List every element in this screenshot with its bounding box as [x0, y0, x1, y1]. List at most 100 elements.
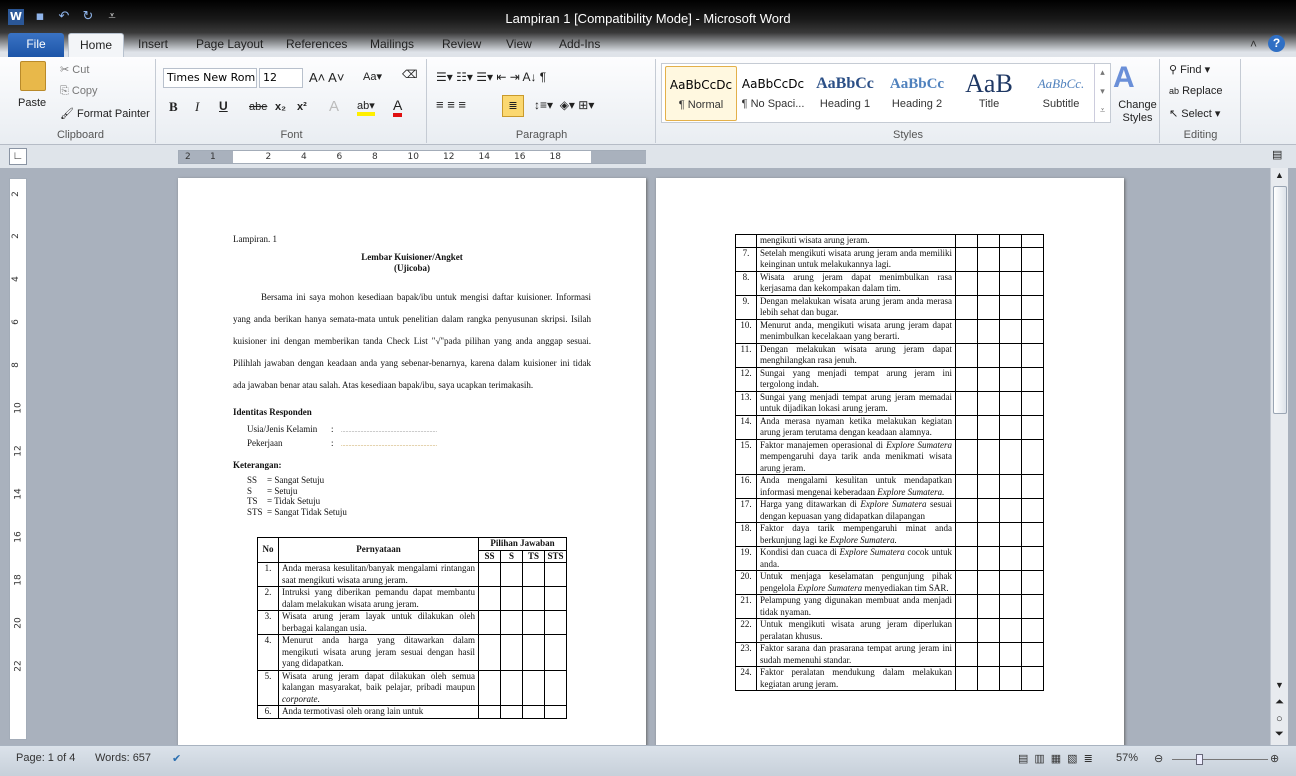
answer-cell-ts[interactable]	[999, 438, 1022, 475]
copy-button[interactable]: ⎘ Copy	[60, 85, 98, 98]
answer-cell-ts[interactable]	[522, 705, 545, 719]
answer-cell-ts[interactable]	[999, 270, 1022, 296]
underline-button[interactable]: U	[219, 99, 228, 113]
answer-cell-s[interactable]	[500, 610, 523, 635]
answer-cell-sts[interactable]	[1021, 474, 1044, 499]
view-ruler-icon[interactable]: ▤	[1272, 148, 1282, 161]
answer-cell-sts[interactable]	[1021, 642, 1044, 667]
answer-cell-s[interactable]	[977, 438, 1000, 475]
tab-insert[interactable]: Insert	[138, 33, 168, 57]
answer-cell-ts[interactable]	[999, 246, 1022, 272]
answer-cell-ss[interactable]	[955, 594, 978, 619]
answer-cell-ss[interactable]	[478, 634, 501, 671]
answer-cell-ts[interactable]	[999, 294, 1022, 320]
answer-cell-s[interactable]	[977, 318, 1000, 344]
answer-cell-sts[interactable]	[544, 586, 567, 611]
font-size-select[interactable]: 12	[259, 68, 303, 88]
answer-cell-ss[interactable]	[955, 234, 978, 248]
answer-cell-ts[interactable]	[999, 522, 1022, 547]
answer-cell-ss[interactable]	[955, 570, 978, 595]
answer-cell-ts[interactable]	[999, 618, 1022, 643]
document-page-1[interactable]: Lampiran. 1 Lembar Kuisioner/Angket (Uji…	[178, 178, 646, 758]
tab-add-ins[interactable]: Add-Ins	[559, 33, 600, 57]
answer-cell-ss[interactable]	[478, 562, 501, 587]
answer-cell-ts[interactable]	[522, 586, 545, 611]
answer-cell-ts[interactable]	[999, 234, 1022, 248]
style-title[interactable]: AaB Title	[953, 66, 1025, 121]
font-name-select[interactable]: Times New Rom	[163, 68, 257, 88]
tab-references[interactable]: References	[286, 33, 347, 57]
answer-cell-ts[interactable]	[999, 642, 1022, 667]
style-heading-2[interactable]: AaBbCc Heading 2	[881, 66, 953, 121]
proofing-icon[interactable]: ✔	[172, 752, 181, 765]
minimize-ribbon-icon[interactable]: ˄	[1250, 33, 1257, 57]
answer-cell-ss[interactable]	[955, 522, 978, 547]
answer-cell-s[interactable]	[977, 570, 1000, 595]
help-icon[interactable]: ?	[1268, 35, 1285, 52]
answer-cell-sts[interactable]	[1021, 390, 1044, 416]
bold-button[interactable]: B	[169, 99, 178, 115]
answer-cell-s[interactable]	[977, 270, 1000, 296]
answer-cell-ss[interactable]	[955, 366, 978, 392]
format-painter-button[interactable]: 🖌 Format Painter	[60, 107, 150, 120]
styles-scroll-icon[interactable]: ▴ ▾ ⩡	[1094, 64, 1110, 122]
answer-cell-ts[interactable]	[522, 610, 545, 635]
strikethrough-button[interactable]: abe	[249, 101, 267, 113]
scroll-up-icon[interactable]: ▲	[1275, 170, 1284, 180]
answer-cell-ss[interactable]	[955, 618, 978, 643]
answer-cell-s[interactable]	[977, 390, 1000, 416]
answer-cell-s[interactable]	[977, 246, 1000, 272]
style-subtitle[interactable]: AaBbCc. Subtitle	[1025, 66, 1097, 121]
answer-cell-ts[interactable]	[522, 562, 545, 587]
answer-cell-s[interactable]	[977, 474, 1000, 499]
find-button[interactable]: ⚲ Find ▾	[1169, 63, 1210, 76]
answer-cell-s[interactable]	[977, 498, 1000, 523]
answer-cell-ss[interactable]	[955, 342, 978, 368]
answer-cell-sts[interactable]	[1021, 318, 1044, 344]
answer-cell-s[interactable]	[977, 342, 1000, 368]
answer-cell-ts[interactable]	[999, 342, 1022, 368]
tab-home[interactable]: Home	[68, 33, 124, 57]
document-page-2[interactable]: mengikuti wisata arung jeram. 7. Setelah m…	[656, 178, 1124, 758]
answer-cell-s[interactable]	[500, 705, 523, 719]
answer-cell-ss[interactable]	[955, 642, 978, 667]
answer-cell-sts[interactable]	[1021, 342, 1044, 368]
font-color-icon[interactable]: A	[393, 97, 403, 117]
answer-cell-s[interactable]	[977, 294, 1000, 320]
answer-cell-s[interactable]	[500, 669, 523, 706]
subscript-icon[interactable]: x₂	[275, 101, 286, 113]
answer-cell-sts[interactable]	[1021, 270, 1044, 296]
style--normal[interactable]: AaBbCcDc ¶ Normal	[665, 66, 737, 121]
view-buttons[interactable]: ▤▥▦▧≣	[1018, 752, 1099, 765]
answer-cell-sts[interactable]	[1021, 618, 1044, 643]
answer-cell-ss[interactable]	[955, 390, 978, 416]
change-styles-icon[interactable]: A	[1113, 61, 1135, 95]
answer-cell-ts[interactable]	[522, 669, 545, 706]
align-left-icon[interactable]: ≡ ≡ ≡	[436, 97, 466, 112]
answer-cell-ss[interactable]	[955, 414, 978, 440]
zoom-slider-thumb[interactable]	[1196, 754, 1204, 765]
answer-cell-ts[interactable]	[522, 634, 545, 671]
answer-cell-ts[interactable]	[999, 666, 1022, 691]
answer-cell-sts[interactable]	[1021, 294, 1044, 320]
text-effects-icon[interactable]: A	[329, 98, 339, 115]
answer-cell-ss[interactable]	[478, 610, 501, 635]
paste-button[interactable]: Paste	[18, 97, 46, 109]
answer-cell-ts[interactable]	[999, 474, 1022, 499]
answer-cell-sts[interactable]	[1021, 546, 1044, 571]
zoom-out-icon[interactable]: ⊖	[1154, 752, 1163, 765]
answer-cell-sts[interactable]	[1021, 246, 1044, 272]
word-count[interactable]: Words: 657	[95, 752, 151, 764]
answer-cell-sts[interactable]	[1021, 438, 1044, 475]
answer-cell-ss[interactable]	[955, 270, 978, 296]
highlight-icon[interactable]: ab▾	[357, 99, 375, 116]
answer-cell-ss[interactable]	[955, 318, 978, 344]
change-case-icon[interactable]: Aa▾	[363, 70, 382, 83]
answer-cell-ss[interactable]	[955, 498, 978, 523]
answer-cell-sts[interactable]	[1021, 234, 1044, 248]
answer-cell-sts[interactable]	[1021, 522, 1044, 547]
horizontal-ruler[interactable]: 2 1 2 4 6 8 10 12 14 16 18	[178, 150, 646, 164]
paste-icon[interactable]	[20, 61, 46, 91]
zoom-level[interactable]: 57%	[1116, 752, 1138, 764]
answer-cell-ts[interactable]	[999, 414, 1022, 440]
